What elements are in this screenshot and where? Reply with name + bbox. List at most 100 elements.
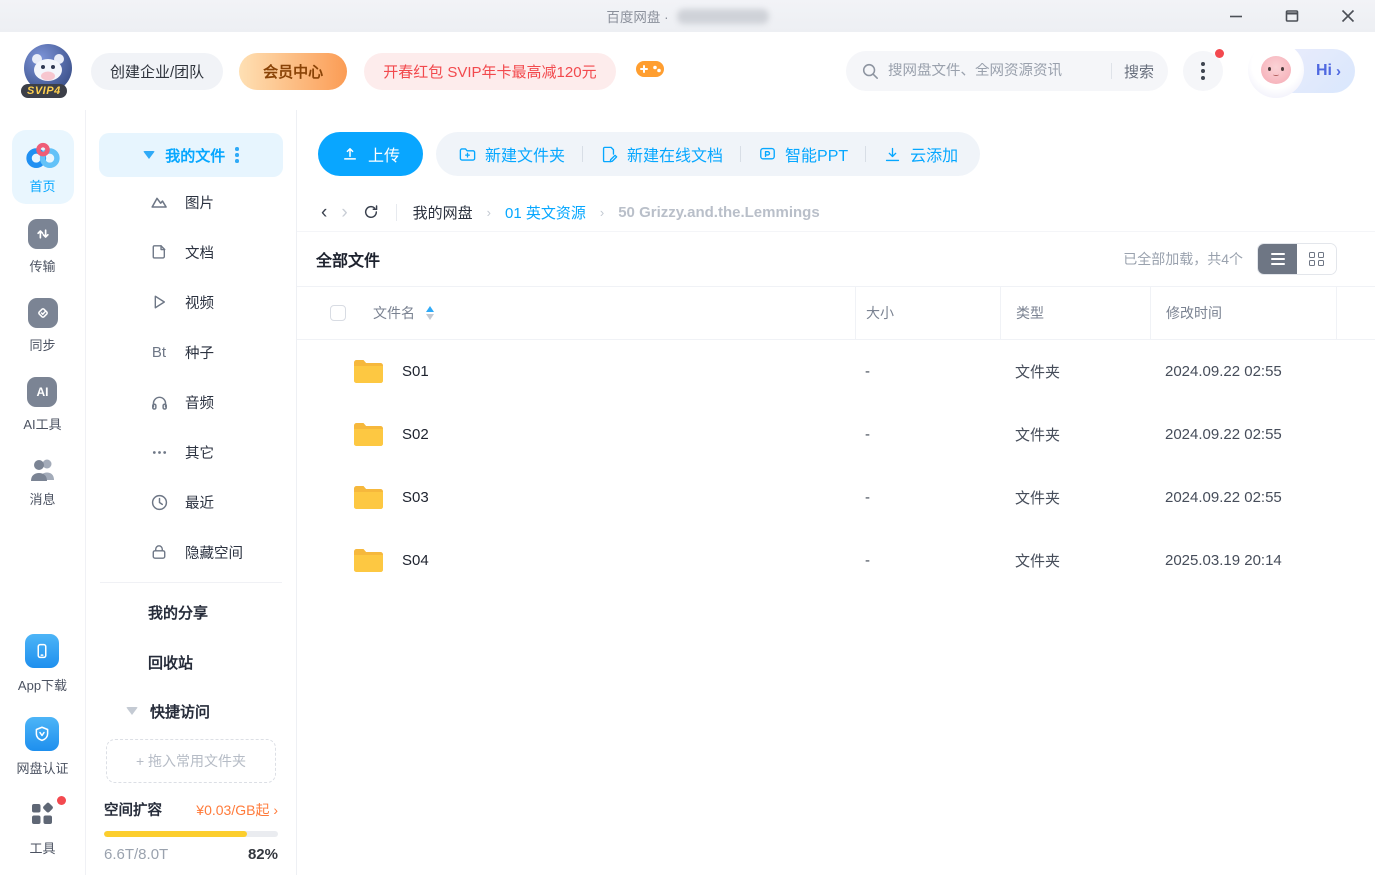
body: 首页 传输 同步 AI AI工具 消息 App下载 网盘认证 工具 我的文件 图… [0, 110, 1375, 875]
file-name[interactable]: S01 [402, 363, 429, 380]
sidebar-item-images[interactable]: 图片 [86, 177, 296, 227]
file-modified: 2025.03.19 20:14 [1165, 552, 1282, 569]
sidebar-item-my-share[interactable]: 我的分享 [86, 587, 296, 637]
search-divider [1110, 63, 1112, 79]
column-type[interactable]: 类型 [1000, 287, 1150, 339]
folder-icon [352, 484, 385, 511]
table-header: 文件名 大小 类型 修改时间 [297, 287, 1375, 340]
sidebar-item-torrents[interactable]: Bt 种子 [86, 327, 296, 377]
baidu-netdisk-window: 百度网盘 · SVIP4 创建企业/团队 会员中心 开春红包 SVIP年卡最高减… [0, 0, 1375, 875]
rail-item-label: App下载 [17, 678, 68, 693]
new-folder-button[interactable]: 新建文件夹 [458, 142, 565, 166]
rail-item-home[interactable]: 首页 [11, 130, 74, 204]
list-view-button[interactable] [1258, 244, 1297, 274]
cloud-add-button[interactable]: 云添加 [883, 142, 958, 166]
forward-button[interactable]: › [341, 203, 347, 222]
sidebar-item-other[interactable]: 其它 [86, 427, 296, 477]
member-center-button[interactable]: 会员中心 [239, 52, 348, 90]
rail-item-label: 首页 [29, 179, 56, 194]
breadcrumb-level1[interactable]: 01 英文资源 [505, 202, 586, 223]
column-modified[interactable]: 修改时间 [1150, 287, 1336, 339]
rail-item-messages[interactable]: 消息 [28, 456, 58, 508]
file-modified: 2024.09.22 02:55 [1165, 363, 1282, 380]
titlebar: 百度网盘 · [0, 0, 1375, 32]
sidebar-item-label: 图片 [185, 195, 214, 212]
rail-item-tools[interactable]: 工具 [28, 796, 67, 857]
close-button[interactable] [1335, 3, 1361, 29]
table-row[interactable]: S01 - 文件夹 2024.09.22 02:55 [297, 340, 1375, 403]
tools-grid-icon [32, 802, 54, 824]
table-row[interactable]: S04 - 文件夹 2025.03.19 20:14 [297, 529, 1375, 592]
search-button[interactable]: 搜索 [1124, 61, 1154, 82]
table-row[interactable]: S03 - 文件夹 2024.09.22 02:55 [297, 466, 1375, 529]
upload-button[interactable]: 上传 [318, 132, 424, 176]
new-online-doc-button[interactable]: 新建在线文档 [600, 142, 723, 166]
minimize-button[interactable] [1223, 3, 1249, 29]
sort-icon[interactable] [426, 306, 434, 320]
folder-icon [352, 358, 385, 385]
rail-item-ai-tools[interactable]: AI AI工具 [23, 377, 62, 433]
cloud-download-icon [886, 147, 900, 161]
drop-folder-zone[interactable]: + 拖入常用文件夹 [106, 739, 276, 783]
sidebar-item-recycle-bin[interactable]: 回收站 [86, 637, 296, 687]
kebab-menu-icon[interactable] [235, 147, 239, 163]
grid-view-button[interactable] [1297, 244, 1336, 274]
folder-plus-icon [459, 147, 476, 161]
user-avatar [1248, 42, 1304, 98]
file-name[interactable]: S02 [402, 426, 429, 443]
my-files-label: 我的文件 [165, 147, 226, 165]
breadcrumb-root[interactable]: 我的网盘 [413, 202, 473, 223]
notification-dot [1215, 49, 1224, 58]
user-profile-pill[interactable]: Hi › [1248, 42, 1355, 98]
view-toggle [1257, 243, 1337, 275]
transfer-icon [27, 219, 58, 249]
create-team-button[interactable]: 创建企业/团队 [91, 52, 224, 90]
section-title: 全部文件 [316, 253, 381, 270]
rail-item-sync[interactable]: 同步 [27, 298, 58, 354]
main-panel: 上传 新建文件夹 新建在线文档 智能PPT 云添加 ‹ › 我的网盘 › 01 … [297, 110, 1375, 875]
user-svip-avatar[interactable]: SVIP4 [21, 44, 74, 98]
file-size: - [865, 363, 870, 380]
more-menu-button[interactable] [1183, 49, 1224, 91]
bt-icon: Bt [151, 343, 167, 361]
sidebar-item-label: 文档 [185, 245, 214, 262]
search-input[interactable] [888, 63, 1099, 79]
sidebar-item-label: 种子 [185, 345, 214, 362]
file-modified: 2024.09.22 02:55 [1165, 489, 1282, 506]
storage-percent: 82% [247, 846, 278, 863]
expand-price-link[interactable]: ¥0.03/GB起 › [196, 800, 278, 820]
table-row[interactable]: S02 - 文件夹 2024.09.22 02:55 [297, 403, 1375, 466]
file-type: 文件夹 [1015, 490, 1061, 507]
refresh-button[interactable] [362, 203, 380, 221]
rail-item-verify[interactable]: 网盘认证 [16, 717, 69, 777]
breadcrumb-current: 50 Grizzy.and.the.Lemmings [618, 203, 820, 221]
list-view-icon [1270, 253, 1285, 265]
headphones-icon [148, 391, 170, 413]
file-size: - [865, 489, 870, 506]
sidebar-item-audio[interactable]: 音频 [86, 377, 296, 427]
sidebar-item-recent[interactable]: 最近 [86, 477, 296, 527]
sidebar-item-my-files[interactable]: 我的文件 [99, 133, 283, 177]
file-name[interactable]: S03 [402, 489, 429, 506]
select-all-checkbox[interactable] [330, 305, 346, 321]
back-button[interactable]: ‹ [321, 203, 327, 222]
rail-item-app-download[interactable]: App下载 [18, 634, 67, 694]
toolbar-group: 新建文件夹 新建在线文档 智能PPT 云添加 [436, 132, 981, 176]
game-center-icon[interactable] [635, 57, 665, 86]
column-size[interactable]: 大小 [855, 287, 1000, 339]
file-modified: 2024.09.22 02:55 [1165, 426, 1282, 443]
promo-banner[interactable]: 开春红包 SVIP年卡最高减120元 [364, 52, 616, 90]
left-rail: 首页 传输 同步 AI AI工具 消息 App下载 网盘认证 工具 [0, 110, 86, 875]
sidebar-item-quick-access[interactable]: 快捷访问 [86, 687, 296, 735]
file-name[interactable]: S04 [402, 552, 429, 569]
sidebar-item-documents[interactable]: 文档 [86, 227, 296, 277]
search-box: 搜索 [846, 51, 1168, 91]
smart-ppt-button[interactable]: 智能PPT [758, 142, 848, 166]
column-name: 文件名 [373, 305, 415, 321]
load-status: 已全部加载，共4个 [1123, 251, 1243, 267]
sidebar-item-videos[interactable]: 视频 [86, 277, 296, 327]
rail-item-transfer[interactable]: 传输 [27, 219, 58, 275]
greeting-label: Hi [1316, 62, 1332, 79]
sidebar-item-hidden-space[interactable]: 隐藏空间 [86, 527, 296, 577]
maximize-button[interactable] [1279, 3, 1305, 29]
